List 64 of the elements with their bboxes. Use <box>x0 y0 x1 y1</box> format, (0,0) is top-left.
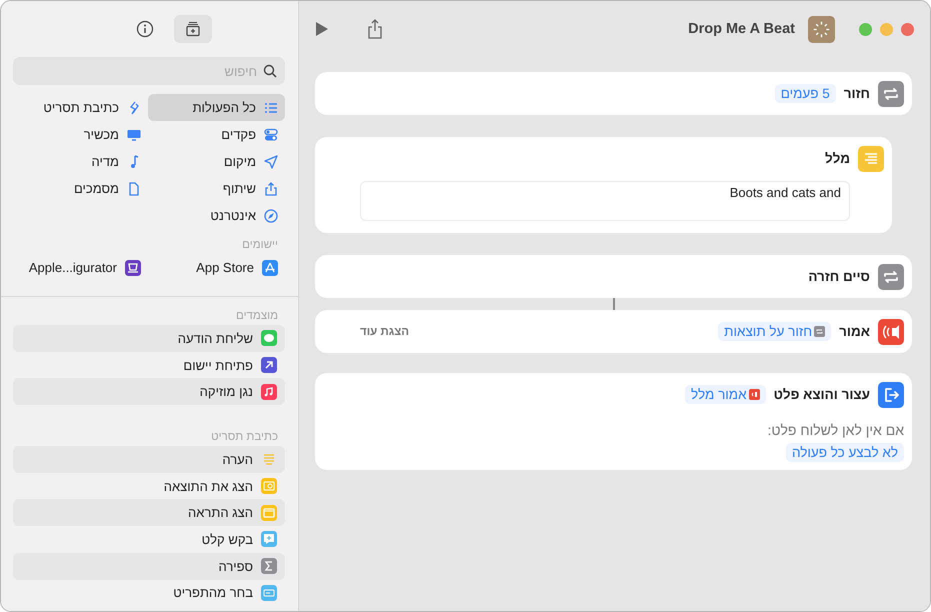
action-title: חזור <box>844 86 870 101</box>
category-item[interactable]: מסמכים <box>13 175 148 202</box>
app-item[interactable]: Apple...igurator <box>13 254 148 281</box>
alert-window-icon <box>261 504 277 521</box>
script-icon <box>127 100 141 114</box>
document-icon <box>127 182 141 196</box>
category-item[interactable]: מיקום <box>148 148 285 175</box>
sigma-icon <box>261 558 277 574</box>
action-item[interactable]: הצג את התוצאה <box>13 472 285 500</box>
speech-bubble-icon <box>261 531 277 548</box>
info-icon <box>136 20 154 38</box>
share-icon <box>264 182 278 196</box>
action-item[interactable]: הערה <box>13 446 285 473</box>
category-item[interactable]: מכשיר <box>13 121 148 148</box>
message-bubble-icon <box>261 330 277 346</box>
list-icon <box>264 100 278 114</box>
close-button[interactable] <box>901 22 914 36</box>
search-field[interactable]: חיפוש <box>13 57 285 85</box>
library-button[interactable] <box>174 15 212 43</box>
app-item[interactable]: App Store <box>148 254 285 281</box>
window-title: Drop Me A Beat <box>688 21 795 37</box>
music-note-icon <box>261 384 277 400</box>
action-card[interactable]: סיים חזרה <box>315 255 912 298</box>
search-icon <box>263 64 277 78</box>
action-item[interactable]: הצג התראה <box>13 499 285 526</box>
magic-wand-app-icon <box>808 16 835 42</box>
display-icon <box>127 128 141 142</box>
action-item[interactable]: נגן מוזיקה <box>13 378 285 406</box>
category-item[interactable]: פקדים <box>148 121 285 148</box>
action-item[interactable]: ספירה <box>13 552 285 580</box>
show-more-link[interactable]: הצגת עוד <box>360 326 410 338</box>
share-icon <box>367 19 383 39</box>
category-item[interactable]: כתיבת תסריט <box>13 94 148 121</box>
action-title: עצור והוצא פלט <box>774 387 870 402</box>
speaker-icon <box>748 389 760 400</box>
option-label: אם אין לאן לשלוח פלט: <box>766 422 904 438</box>
action-title: סיים חזרה <box>808 269 870 284</box>
section-header: יישומים <box>241 238 279 253</box>
toggles-icon <box>264 128 278 142</box>
compass-icon <box>264 208 278 222</box>
text-field[interactable]: Boots and cats and <box>360 181 850 221</box>
device-app-icon <box>125 260 141 276</box>
play-icon <box>315 21 329 37</box>
section-header: כתיבת תסריט <box>210 430 279 446</box>
library-icon <box>185 21 201 37</box>
action-item[interactable]: בקש קלט <box>13 526 285 553</box>
speaker-waves-icon <box>878 318 904 344</box>
magnifier-icon <box>261 478 277 494</box>
action-item[interactable]: פתיחת יישום <box>13 352 285 378</box>
action-item[interactable]: שליחת הודעה <box>13 325 285 352</box>
action-card[interactable]: חזור 5 פעמים <box>315 72 912 115</box>
section-header: מוצמדים <box>235 309 279 324</box>
action-item[interactable]: בחר מהתפריט <box>13 580 285 606</box>
action-title: אמור <box>839 324 870 339</box>
category-item[interactable]: כל הפעולות <box>148 94 285 121</box>
category-item[interactable]: מדיה <box>13 148 148 175</box>
location-arrow-icon <box>264 154 278 168</box>
menu-card-icon <box>261 584 277 601</box>
category-item[interactable]: אינטרנט <box>148 202 285 229</box>
text-lines-icon <box>858 146 884 172</box>
action-card[interactable]: אמור חזור על תוצאות הצגת עוד <box>315 310 912 353</box>
category-item[interactable]: שיתוף <box>148 175 285 202</box>
a-glyph-app-icon <box>262 260 278 276</box>
action-title: מלל <box>825 151 850 166</box>
